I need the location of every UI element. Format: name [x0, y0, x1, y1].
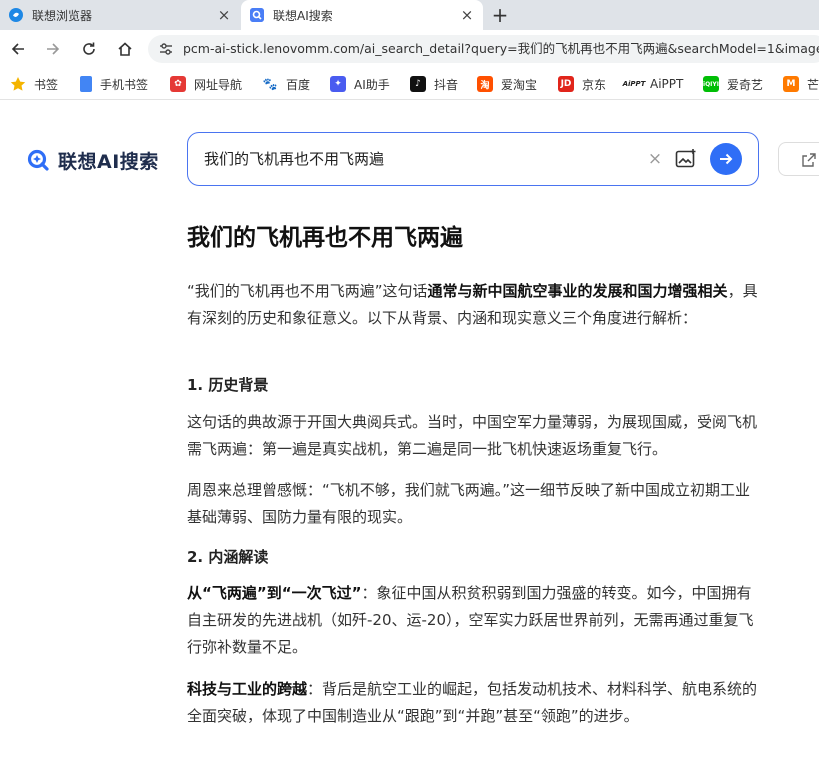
bookmark-item[interactable]: 淘 爱淘宝	[477, 74, 537, 94]
iqiyi-icon: iQIYI	[703, 76, 719, 92]
bold-lead: 从“飞两遍”到“一次飞过”	[187, 584, 362, 602]
bold-lead: 科技与工业的跨越	[187, 680, 308, 698]
bookmark-item[interactable]: JD 京东	[558, 74, 606, 94]
search-box[interactable]: 我们的飞机再也不用飞两遍 ×	[187, 132, 759, 186]
intro-text: “我们的飞机再也不用飞两遍”这句话	[187, 282, 428, 300]
taobao-icon: 淘	[477, 76, 493, 92]
paragraph: 科技与工业的跨越：背后是航空工业的崛起，包括发动机技术、材料科学、航电系统的全面…	[187, 676, 760, 730]
paragraph: 这句话的典故源于开国大典阅兵式。当时，中国空军力量薄弱，为展现国威，受阅飞机需飞…	[187, 413, 758, 458]
forward-button[interactable]	[42, 38, 64, 60]
bookmark-item[interactable]: ✿ 网址导航	[170, 74, 242, 94]
back-button[interactable]	[7, 38, 29, 60]
bookmark-item[interactable]: ♪ 抖音	[410, 74, 458, 94]
phone-icon	[80, 76, 92, 92]
aippt-icon: AiPPT	[623, 76, 645, 92]
bookmark-label: 百度	[286, 77, 311, 92]
url-text[interactable]: pcm-ai-stick.lenovomm.com/ai_search_deta…	[183, 35, 819, 63]
article-title: 我们的飞机再也不用飞两遍	[187, 225, 463, 251]
arrow-left-icon	[11, 43, 24, 55]
bookmark-label: 爱奇艺	[727, 77, 764, 92]
image-search-icon[interactable]	[674, 147, 698, 171]
tab-title: 联想AI搜索	[273, 8, 333, 23]
section-heading: 1. 历史背景	[187, 376, 269, 394]
section-heading: 2. 内涵解读	[187, 548, 269, 566]
huawei-nav-icon: ✿	[170, 76, 186, 92]
paragraph: 周恩来总理曾感慨：“飞机不够，我们就飞两遍。”这一细节反映了新中国成立初期工业基…	[187, 481, 751, 526]
arrow-right-icon	[47, 43, 60, 55]
bookmark-label: 手机书签	[100, 77, 149, 92]
logo-text: 联想AI搜索	[58, 150, 159, 173]
jd-icon: JD	[558, 76, 574, 92]
tab-title: 联想浏览器	[32, 8, 93, 23]
new-tab-button[interactable]: +	[489, 4, 511, 26]
bookmark-label: 书签	[34, 77, 59, 92]
bookmark-item[interactable]: M 芒	[783, 74, 819, 94]
tab-lenovo-ai-search[interactable]: 联想AI搜索 ×	[241, 0, 483, 30]
clear-icon[interactable]: ×	[646, 150, 664, 168]
site-settings-icon[interactable]	[158, 41, 174, 57]
tab-lenovo-browser[interactable]: 联想浏览器 ×	[0, 0, 240, 30]
tab-strip: 联想浏览器 × 联想AI搜索 × +	[0, 0, 819, 30]
share-icon	[802, 153, 816, 167]
bookmark-item[interactable]: 🐾 百度	[262, 74, 310, 94]
baidu-icon: 🐾	[262, 76, 278, 92]
bookmark-label: 京东	[582, 77, 607, 92]
search-submit-button[interactable]	[710, 143, 742, 175]
bookmarks-bar: 书签 手机书签 ✿ 网址导航 🐾 百度 ✦ AI助手 ♪ 抖音 淘 爱淘宝 JD…	[0, 68, 819, 100]
bookmark-label: 网址导航	[194, 77, 243, 92]
paragraph: 从“飞两遍”到“一次飞过”：象征中国从积贫积弱到国力强盛的转变。如今，中国拥有自…	[187, 580, 760, 661]
bookmark-item[interactable]: ✦ AI助手	[330, 74, 390, 94]
lenovo-ai-search-icon	[250, 8, 264, 22]
lenovo-ai-logo-icon	[27, 149, 49, 171]
lenovo-browser-icon	[9, 8, 23, 22]
reload-button[interactable]	[78, 38, 100, 60]
close-tab-icon[interactable]: ×	[459, 7, 475, 23]
bookmark-item[interactable]: iQIYI 爱奇艺	[703, 74, 763, 94]
douyin-icon: ♪	[410, 76, 426, 92]
mango-icon: M	[783, 76, 799, 92]
home-icon	[118, 42, 132, 56]
bookmark-label: 芒	[807, 77, 819, 92]
close-tab-icon[interactable]: ×	[216, 7, 232, 23]
bookmark-item[interactable]: 书签	[10, 74, 58, 94]
search-input[interactable]: 我们的飞机再也不用飞两遍	[204, 133, 384, 185]
site-logo[interactable]: 联想AI搜索	[26, 146, 159, 174]
bookmark-label: 爱淘宝	[501, 77, 538, 92]
ai-assistant-icon: ✦	[330, 76, 346, 92]
star-icon	[10, 76, 26, 92]
intro-paragraph: “我们的飞机再也不用飞两遍”这句话通常与新中国航空事业的发展和国力增强相关，具有…	[187, 278, 760, 332]
bookmark-item[interactable]: 手机书签	[80, 74, 148, 94]
bookmark-label: AI助手	[354, 77, 390, 92]
share-button[interactable]	[778, 142, 819, 176]
navigation-bar: pcm-ai-stick.lenovomm.com/ai_search_deta…	[0, 30, 819, 68]
intro-bold-text: 通常与新中国航空事业的发展和国力增强相关	[427, 282, 728, 300]
reload-icon	[83, 42, 95, 55]
bookmark-label: AiPPT	[650, 77, 684, 91]
arrow-right-icon	[720, 153, 733, 165]
bookmark-item[interactable]: AiPPT AiPPT	[623, 74, 684, 94]
bookmark-label: 抖音	[434, 77, 459, 92]
home-button[interactable]	[114, 38, 136, 60]
address-bar[interactable]: pcm-ai-stick.lenovomm.com/ai_search_deta…	[148, 35, 819, 63]
